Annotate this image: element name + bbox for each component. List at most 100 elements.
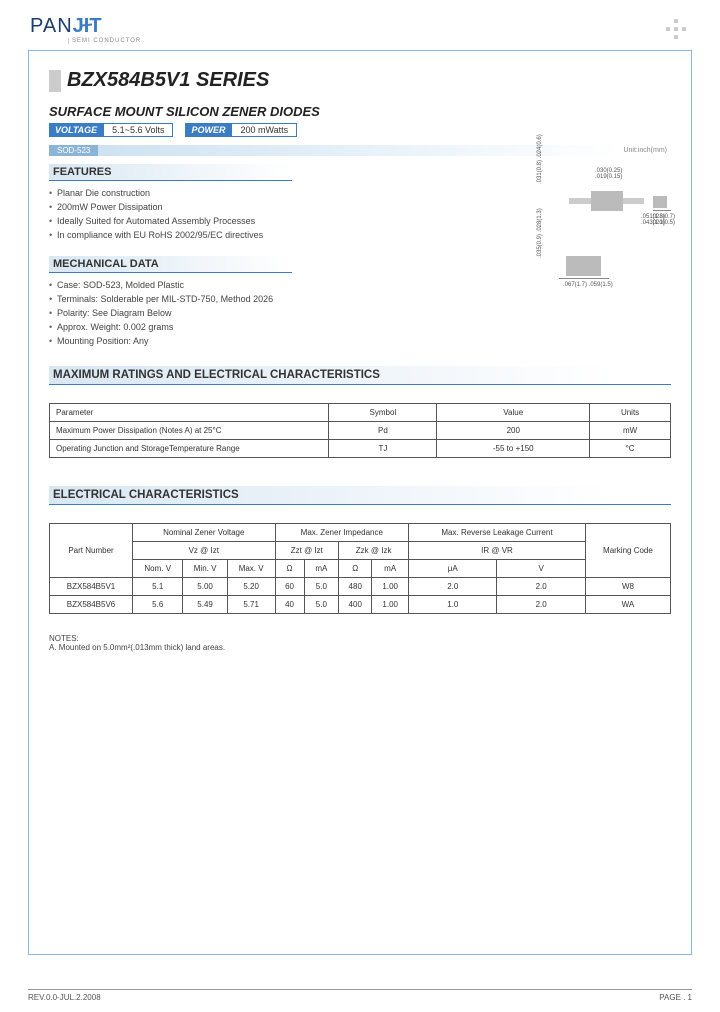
table-cell: 5.20: [227, 578, 275, 596]
table-header: Ω: [339, 560, 372, 578]
table-header: Marking Code: [585, 524, 670, 578]
max-ratings-table: ParameterSymbolValueUnits Maximum Power …: [49, 403, 671, 458]
table-cell: -55 to +150: [437, 440, 590, 458]
table-cell: mW: [590, 422, 671, 440]
table-header: Units: [590, 404, 671, 422]
elec-char-header: ELECTRICAL CHARACTERISTICS: [49, 486, 671, 505]
table-header: mA: [372, 560, 409, 578]
table-row: Operating Junction and StorageTemperatur…: [50, 440, 671, 458]
table-cell: 5.00: [183, 578, 227, 596]
table-header: Symbol: [329, 404, 437, 422]
table-cell: 5.49: [183, 596, 227, 614]
footer-page: PAGE . 1: [659, 993, 692, 1002]
table-cell: Operating Junction and StorageTemperatur…: [50, 440, 329, 458]
logo-text-pan: PAN: [30, 15, 73, 38]
page-header: PANJIT SEMI CONDUCTOR: [0, 0, 720, 50]
logo-subtext: SEMI CONDUCTOR: [68, 38, 141, 44]
list-item: In compliance with EU RoHS 2002/95/EC di…: [49, 228, 491, 242]
subtitle: SURFACE MOUNT SILICON ZENER DIODES: [49, 104, 671, 119]
power-value: 200 mWatts: [231, 123, 297, 137]
list-item: Ideally Suited for Automated Assembly Pr…: [49, 214, 491, 228]
page-title: BZX584B5V1 SERIES: [67, 69, 269, 92]
logo: PANJIT SEMI CONDUCTOR: [30, 15, 141, 44]
list-item: 200mW Power Dissipation: [49, 200, 491, 214]
page-frame: BZX584B5V1 SERIES SURFACE MOUNT SILICON …: [28, 50, 692, 955]
table-row: BZX584B5V65.65.495.71405.04001.001.02.0W…: [50, 596, 671, 614]
list-item: Terminals: Solderable per MIL-STD-750, M…: [49, 292, 491, 306]
table-header: Max. V: [227, 560, 275, 578]
voltage-value: 5.1~5.6 Volts: [103, 123, 173, 137]
table-cell: 2.0: [497, 578, 585, 596]
table-cell: TJ: [329, 440, 437, 458]
elec-char-table: Part NumberNominal Zener VoltageMax. Zen…: [49, 523, 671, 614]
dim-top1: .030(0.25) .019(0.15): [595, 168, 651, 180]
table-row: BZX584B5V15.15.005.20605.04801.002.02.0W…: [50, 578, 671, 596]
corner-dots-icon: [660, 15, 690, 45]
max-ratings-header: MAXIMUM RATINGS AND ELECTRICAL CHARACTER…: [49, 366, 671, 385]
notes-text: A. Mounted on 5.0mm²(.013mm thick) land …: [49, 643, 671, 652]
mechanical-list: Case: SOD-523, Molded PlasticTerminals: …: [49, 278, 491, 348]
table-header: IR @ VR: [409, 542, 586, 560]
package-label: SOD-523: [49, 145, 98, 156]
table-header: Max. Reverse Leakage Current: [409, 524, 586, 542]
table-header: μA: [409, 560, 497, 578]
unit-label: Unit:inch(mm): [619, 147, 671, 154]
dim-bot1: .067(1.7) .059(1.5): [563, 282, 613, 288]
table-cell: 1.00: [372, 596, 409, 614]
table-cell: 5.0: [304, 578, 339, 596]
table-header: mA: [304, 560, 339, 578]
table-cell: Pd: [329, 422, 437, 440]
table-header: Nominal Zener Voltage: [133, 524, 276, 542]
table-header: Zzt @ Izt: [275, 542, 339, 560]
dim-side: .028(0.7) .020(0.5): [651, 214, 675, 226]
table-cell: 2.0: [497, 596, 585, 614]
table-cell: Maximum Power Dissipation (Notes A) at 2…: [50, 422, 329, 440]
logo-text-jit: JIT: [73, 15, 102, 38]
table-header: Max. Zener Impedance: [275, 524, 409, 542]
table-cell: 5.0: [304, 596, 339, 614]
list-item: Mounting Position: Any: [49, 334, 491, 348]
table-header: Vz @ Izt: [133, 542, 276, 560]
features-list: Planar Die construction200mW Power Dissi…: [49, 186, 491, 242]
table-header: Part Number: [50, 524, 133, 578]
table-header: Parameter: [50, 404, 329, 422]
table-cell: BZX584B5V6: [50, 596, 133, 614]
package-row: SOD-523 Unit:inch(mm): [49, 145, 671, 156]
table-cell: 40: [275, 596, 304, 614]
footer-revision: REV.0.0-JUL.2.2008: [28, 993, 101, 1002]
table-header: Nom. V: [133, 560, 183, 578]
page-footer: REV.0.0-JUL.2.2008 PAGE . 1: [28, 989, 692, 1002]
table-cell: 400: [339, 596, 372, 614]
dim-bot2: .035(0.9) .028(1.3): [537, 208, 543, 258]
features-header: FEATURES: [49, 164, 292, 181]
table-cell: W8: [585, 578, 670, 596]
table-cell: 1.00: [372, 578, 409, 596]
table-cell: WA: [585, 596, 670, 614]
table-cell: 5.6: [133, 596, 183, 614]
table-row: Maximum Power Dissipation (Notes A) at 2…: [50, 422, 671, 440]
table-cell: BZX584B5V1: [50, 578, 133, 596]
package-diagram: .030(0.25) .019(0.15) .031(0.8) .024(0.6…: [511, 166, 671, 336]
notes-section: NOTES: A. Mounted on 5.0mm²(.013mm thick…: [49, 634, 671, 652]
list-item: Approx. Weight: 0.002 grams: [49, 320, 491, 334]
spec-row: VOLTAGE 5.1~5.6 Volts POWER 200 mWatts: [49, 123, 671, 137]
title-marker-icon: [49, 70, 61, 92]
table-cell: 2.0: [409, 578, 497, 596]
notes-header: NOTES:: [49, 634, 671, 643]
mechanical-header: MECHANICAL DATA: [49, 256, 292, 273]
table-cell: 60: [275, 578, 304, 596]
voltage-label: VOLTAGE: [49, 123, 103, 137]
power-label: POWER: [185, 123, 231, 137]
list-item: Case: SOD-523, Molded Plastic: [49, 278, 491, 292]
table-cell: °C: [590, 440, 671, 458]
table-header: Zzk @ Izk: [339, 542, 409, 560]
list-item: Polarity: See Diagram Below: [49, 306, 491, 320]
table-header: V: [497, 560, 585, 578]
table-cell: 200: [437, 422, 590, 440]
table-header: Value: [437, 404, 590, 422]
table-header: Ω: [275, 560, 304, 578]
table-cell: 5.1: [133, 578, 183, 596]
list-item: Planar Die construction: [49, 186, 491, 200]
table-header: Min. V: [183, 560, 227, 578]
table-cell: 480: [339, 578, 372, 596]
